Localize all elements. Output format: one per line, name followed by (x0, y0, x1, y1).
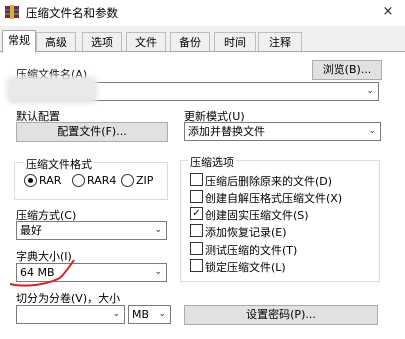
chevron-down-icon[interactable]: ⌄ (154, 264, 162, 281)
zip-label: ZIP (136, 174, 154, 187)
option-lock-label: 锁定压缩文件(L) (205, 261, 286, 274)
red-annotation-mark (9, 259, 75, 287)
winrar-icon (5, 5, 19, 19)
title-bar: 压缩文件名和参数 × (0, 0, 405, 26)
window-title: 压缩文件名和参数 (26, 6, 118, 20)
checkbox-test[interactable] (190, 242, 203, 255)
checkbox-delete-after[interactable] (190, 173, 203, 186)
radio-rar4[interactable] (72, 174, 85, 187)
chevron-down-icon[interactable]: ⌄ (366, 83, 374, 100)
profile-button[interactable]: 配置文件(F)... (16, 122, 168, 142)
option-delete-after-label: 压缩后删除原来的文件(D) (205, 175, 333, 188)
split-unit-value: MB (132, 308, 150, 321)
chevron-down-icon[interactable]: ⌄ (368, 123, 376, 140)
chevron-down-icon[interactable]: ⌄ (112, 306, 120, 323)
chevron-down-icon[interactable]: ⌄ (158, 306, 166, 323)
checkbox-solid[interactable]: ✓ (190, 207, 203, 220)
tab-general[interactable]: 常规 (2, 30, 36, 53)
option-test-label: 测试压缩的文件(T) (205, 244, 298, 257)
tab-time[interactable]: 时间 (214, 32, 256, 52)
tab-files[interactable]: 文件 (126, 32, 166, 52)
archive-format-label: 压缩文件格式 (24, 156, 94, 172)
tab-options[interactable]: 选项 (82, 32, 122, 52)
checkbox-lock[interactable] (190, 259, 203, 272)
checkbox-recovery[interactable] (190, 224, 203, 237)
compression-options-label: 压缩选项 (188, 154, 236, 170)
browse-button[interactable]: 浏览(B)... (312, 60, 382, 80)
tab-comment[interactable]: 注释 (258, 32, 302, 52)
split-unit-select[interactable]: MB ⌄ (128, 305, 171, 324)
checkmark-icon: ✓ (192, 208, 201, 219)
compression-method-select[interactable]: 最好 ⌄ (16, 221, 167, 240)
close-button[interactable]: × (373, 0, 403, 26)
option-sfx-label: 创建自解压格式压缩文件(X) (205, 192, 343, 205)
set-password-button[interactable]: 设置密码(P)... (184, 305, 378, 325)
tab-strip: 常规 高级 选项 文件 备份 时间 注释 (0, 30, 405, 53)
compression-method-value: 最好 (20, 224, 42, 237)
rar4-label: RAR4 (87, 174, 117, 187)
update-mode-value: 添加并替换文件 (188, 125, 265, 138)
radio-zip[interactable] (121, 174, 134, 187)
redacted-area (6, 76, 98, 104)
radio-rar[interactable] (24, 174, 37, 187)
option-solid-label: 创建固实压缩文件(S) (205, 209, 309, 222)
split-size-input[interactable]: ⌄ (16, 305, 125, 324)
chevron-down-icon[interactable]: ⌄ (154, 222, 162, 239)
split-label: 切分为分卷(V)，大小 (16, 292, 121, 305)
option-recovery-label: 添加恢复记录(E) (205, 226, 287, 239)
checkbox-sfx[interactable] (190, 190, 203, 203)
update-mode-select[interactable]: 添加并替换文件 ⌄ (184, 122, 381, 141)
rar-label: RAR (39, 174, 62, 187)
tab-backup[interactable]: 备份 (170, 32, 210, 52)
tab-advanced[interactable]: 高级 (36, 32, 76, 52)
